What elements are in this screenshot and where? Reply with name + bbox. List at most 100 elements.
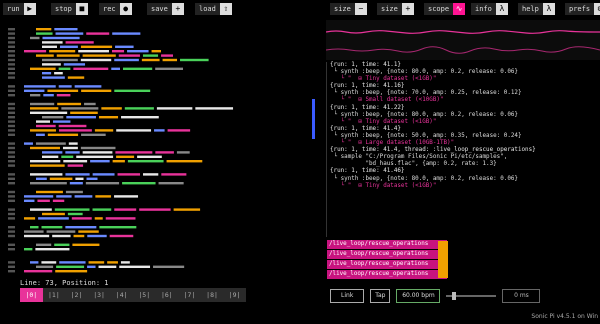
line-number	[8, 67, 15, 70]
code-token	[139, 208, 171, 211]
size-button[interactable]: −	[354, 3, 367, 15]
code-token	[67, 212, 83, 216]
bpm-field[interactable]: 60.00 bpm	[396, 289, 441, 303]
toolbar-label[interactable]: info	[471, 3, 496, 15]
code-token	[65, 41, 94, 44]
code-token	[98, 116, 119, 119]
tap-button[interactable]: Tap	[370, 289, 391, 303]
line-number	[8, 261, 15, 264]
rec-button[interactable]: ●	[119, 3, 132, 15]
line-number	[8, 58, 15, 62]
info-button[interactable]: λ	[495, 3, 508, 15]
prefs-button[interactable]: ⚙	[594, 3, 600, 15]
line-number	[8, 173, 15, 176]
buffer-tab-3[interactable]: |3|	[88, 288, 111, 302]
line-number	[8, 142, 15, 145]
code-token	[81, 89, 112, 92]
log-line: {run: 1, time: 41.46}	[330, 168, 405, 175]
line-number	[8, 234, 15, 238]
buffer-tab-0[interactable]: |0|	[20, 288, 43, 302]
save-button[interactable]: +	[171, 3, 184, 15]
code-token	[153, 265, 185, 268]
toolbar-label[interactable]: help	[518, 3, 543, 15]
version-label: Sonic Pi v4.5.1 on Win	[531, 313, 598, 320]
code-token	[155, 67, 184, 70]
editor-scroll-indicator[interactable]	[312, 99, 315, 139]
code-token	[42, 45, 57, 48]
code-token	[52, 199, 65, 202]
line-number	[8, 28, 15, 31]
scope-button[interactable]: ∿	[453, 3, 466, 15]
log-line: └ " ⊞ Tiny dataset (<1GB)"	[330, 118, 437, 125]
toolbar-group-l1[interactable]: stop ■	[51, 3, 88, 15]
toolbar-label[interactable]: run	[3, 3, 24, 15]
help-button[interactable]: λ	[542, 3, 555, 15]
code-token	[98, 265, 117, 268]
line-number	[8, 243, 15, 246]
code-token	[118, 54, 140, 57]
toolbar-label[interactable]: size	[377, 3, 402, 15]
buffer-tab-5[interactable]: |5|	[133, 288, 156, 302]
toolbar-label[interactable]: prefs	[565, 3, 595, 15]
code-token	[30, 261, 39, 264]
code-token	[59, 261, 86, 264]
code-token	[124, 107, 154, 110]
toolbar-group-l3[interactable]: save +	[147, 3, 184, 15]
buffer-tab-8[interactable]: |8|	[201, 288, 224, 302]
code-token	[36, 265, 54, 268]
link-button[interactable]: Link	[330, 289, 365, 303]
toolbar-label[interactable]: load	[195, 3, 220, 15]
toolbar-group-r2[interactable]: scope ∿	[424, 3, 466, 15]
toolbar-group-r3[interactable]: info λ	[471, 3, 508, 15]
toolbar-label[interactable]: size	[330, 3, 355, 15]
buffer-tab-6[interactable]: |6|	[156, 288, 179, 302]
line-number	[8, 72, 15, 75]
line-number	[8, 111, 15, 114]
code-token	[56, 54, 80, 57]
code-token	[127, 160, 164, 163]
toolbar: run ▶ stop ■ rec ● save + load ⇧ size − size + scope ∿…	[0, 0, 600, 18]
code-token	[36, 243, 52, 246]
link-bar: Link Tap 60.00 bpm 0 ms	[330, 289, 541, 303]
line-number	[8, 41, 15, 44]
size-button[interactable]: +	[401, 3, 414, 15]
toolbar-label[interactable]: save	[147, 3, 172, 15]
cue-indicator-bar	[438, 241, 448, 278]
code-token	[68, 142, 78, 145]
run-button[interactable]: ▶	[23, 3, 36, 15]
buffer-tab-4[interactable]: |4|	[110, 288, 133, 302]
code-token	[86, 32, 110, 35]
toolbar-group-r1[interactable]: size +	[377, 3, 414, 15]
toolbar-group-l2[interactable]: rec ●	[99, 3, 132, 15]
latency-slider-knob[interactable]	[452, 292, 457, 300]
line-number	[8, 212, 15, 216]
buffer-tab-9[interactable]: |9|	[223, 288, 246, 302]
code-token	[30, 173, 63, 176]
buffer-tab-2[interactable]: |2|	[65, 288, 88, 302]
line-number	[8, 124, 15, 128]
code-token	[42, 212, 65, 216]
toolbar-group-r4[interactable]: help λ	[518, 3, 555, 15]
toolbar-label[interactable]: stop	[51, 3, 76, 15]
buffer-tab-7[interactable]: |7|	[178, 288, 201, 302]
toolbar-label[interactable]: scope	[424, 3, 454, 15]
toolbar-group-r5[interactable]: prefs⚙	[565, 3, 600, 15]
code-token	[54, 243, 70, 246]
toolbar-group-l4[interactable]: load ⇧	[195, 3, 232, 15]
stop-button[interactable]: ■	[75, 3, 88, 15]
line-number	[8, 146, 15, 150]
load-button[interactable]: ⇧	[219, 3, 232, 15]
code-token	[24, 199, 35, 202]
line-number	[8, 177, 15, 180]
buffer-tab-1[interactable]: |1|	[43, 288, 66, 302]
toolbar-group-l0[interactable]: run ▶	[3, 3, 36, 15]
code-editor[interactable]	[0, 24, 318, 274]
code-token	[70, 111, 98, 114]
latency-slider[interactable]	[446, 292, 497, 300]
latency-field[interactable]: 0 ms	[502, 289, 541, 303]
toolbar-group-r0[interactable]: size −	[330, 3, 367, 15]
code-token	[36, 120, 51, 123]
line-number	[8, 116, 15, 119]
cue-entry: /live_loop/rescue_operations	[327, 270, 447, 279]
toolbar-label[interactable]: rec	[99, 3, 120, 15]
